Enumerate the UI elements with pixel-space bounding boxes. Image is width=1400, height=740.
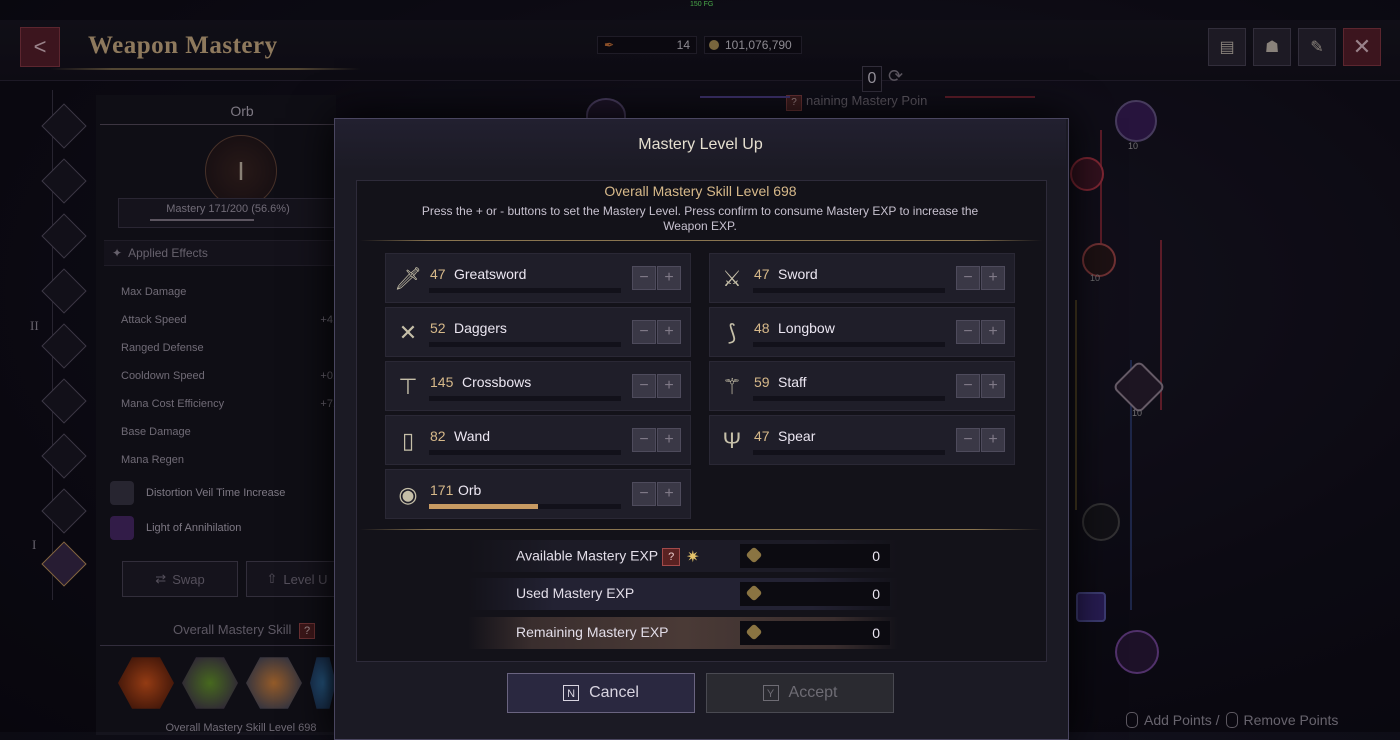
- weapon-row-daggers: ✕ 52 Daggers − +: [385, 307, 691, 357]
- cancel-label: Cancel: [589, 684, 639, 701]
- weapon-level: 82: [430, 428, 446, 444]
- weapon-level: 48: [754, 320, 770, 336]
- weapon-name: Daggers: [454, 320, 507, 336]
- daggers-icon: ✕: [398, 320, 418, 345]
- key-hint: N: [563, 685, 580, 701]
- mastery-exp-icon: [745, 584, 763, 602]
- wand-icon: ▯: [401, 428, 415, 453]
- sparkle-icon: ✷: [686, 549, 700, 566]
- remaining-exp-row: Remaining Mastery EXP 0: [468, 617, 898, 649]
- weapon-row-staff: ⚚ 59 Staff − +: [709, 361, 1015, 411]
- weapon-level: 52: [430, 320, 446, 336]
- greatsword-icon: 🗡: [394, 266, 422, 291]
- weapon-name: Orb: [458, 482, 482, 498]
- exp-label: Available Mastery EXP: [516, 547, 659, 564]
- weapon-level: 47: [754, 266, 770, 282]
- help-icon[interactable]: ?: [662, 548, 681, 566]
- weapon-name: Crossbows: [462, 374, 532, 390]
- mastery-exp-icon: [745, 546, 763, 564]
- increase-button[interactable]: +: [657, 428, 681, 452]
- decrease-button[interactable]: −: [632, 320, 656, 344]
- exp-label: Used Mastery EXP: [516, 585, 635, 601]
- weapon-level: 59: [754, 374, 770, 390]
- increase-button[interactable]: +: [981, 428, 1005, 452]
- staff-icon: ⚚: [722, 374, 742, 399]
- cancel-button[interactable]: N Cancel: [507, 673, 695, 713]
- overall-mastery-level: Overall Mastery Skill Level 698: [604, 183, 797, 199]
- weapon-name: Greatsword: [454, 266, 527, 282]
- divider: [360, 529, 1042, 530]
- exp-value: 0: [872, 586, 880, 602]
- weapon-row-orb: ◉ 171 Orb − +: [385, 469, 691, 519]
- weapon-progress-track: [753, 342, 945, 347]
- decrease-button[interactable]: −: [956, 266, 980, 290]
- weapon-progress-track: [753, 288, 945, 293]
- mastery-exp-icon: [745, 623, 763, 641]
- longbow-icon: ⟆: [727, 320, 737, 345]
- key-hint: Y: [762, 685, 779, 701]
- increase-button[interactable]: +: [657, 482, 681, 506]
- weapon-name: Longbow: [778, 320, 835, 336]
- weapon-row-greatsword: 🗡 47 Greatsword − +: [385, 253, 691, 303]
- decrease-button[interactable]: −: [632, 266, 656, 290]
- accept-button[interactable]: Y Accept: [706, 673, 894, 713]
- used-exp-row: Used Mastery EXP 0: [468, 578, 898, 610]
- dialog-title: Mastery Level Up: [638, 136, 763, 153]
- exp-label: Remaining Mastery EXP: [516, 624, 669, 640]
- decrease-button[interactable]: −: [956, 374, 980, 398]
- dialog-description: Press the + or - buttons to set the Mast…: [421, 204, 979, 233]
- decrease-button[interactable]: −: [632, 374, 656, 398]
- increase-button[interactable]: +: [981, 320, 1005, 344]
- increase-button[interactable]: +: [981, 266, 1005, 290]
- divider: [360, 240, 1042, 241]
- weapon-level: 47: [754, 428, 770, 444]
- weapon-progress-track: [753, 450, 945, 455]
- weapon-level: 171: [430, 482, 454, 498]
- weapon-progress-fill: [429, 504, 538, 509]
- accept-label: Accept: [788, 684, 838, 701]
- increase-button[interactable]: +: [657, 266, 681, 290]
- weapon-level: 47: [430, 266, 446, 282]
- spear-icon: Ψ: [722, 428, 742, 453]
- weapon-row-crossbows: ⊤ 145 Crossbows − +: [385, 361, 691, 411]
- weapon-name: Spear: [778, 428, 816, 444]
- crossbow-icon: ⊤: [398, 374, 418, 399]
- weapon-progress-track: [429, 396, 621, 401]
- increase-button[interactable]: +: [657, 320, 681, 344]
- weapon-progress-track: [429, 288, 621, 293]
- weapon-name: Wand: [454, 428, 491, 444]
- weapon-progress-track: [429, 342, 621, 347]
- orb-icon: ◉: [398, 482, 418, 507]
- weapon-row-longbow: ⟆ 48 Longbow − +: [709, 307, 1015, 357]
- weapon-level: 145: [430, 374, 454, 390]
- weapon-progress-track: [753, 396, 945, 401]
- decrease-button[interactable]: −: [956, 320, 980, 344]
- weapon-row-wand: ▯ 82 Wand − +: [385, 415, 691, 465]
- available-exp-row: Available Mastery EXP? ✷ 0: [468, 540, 898, 572]
- sword-icon: ⚔: [722, 266, 742, 291]
- weapon-name: Staff: [778, 374, 807, 390]
- weapon-name: Sword: [778, 266, 818, 282]
- exp-value: 0: [872, 548, 880, 564]
- increase-button[interactable]: +: [657, 374, 681, 398]
- weapon-row-sword: ⚔ 47 Sword − +: [709, 253, 1015, 303]
- weapon-row-spear: Ψ 47 Spear − +: [709, 415, 1015, 465]
- weapon-progress-track: [429, 450, 621, 455]
- exp-value: 0: [872, 625, 880, 641]
- decrease-button[interactable]: −: [632, 482, 656, 506]
- decrease-button[interactable]: −: [956, 428, 980, 452]
- increase-button[interactable]: +: [981, 374, 1005, 398]
- decrease-button[interactable]: −: [632, 428, 656, 452]
